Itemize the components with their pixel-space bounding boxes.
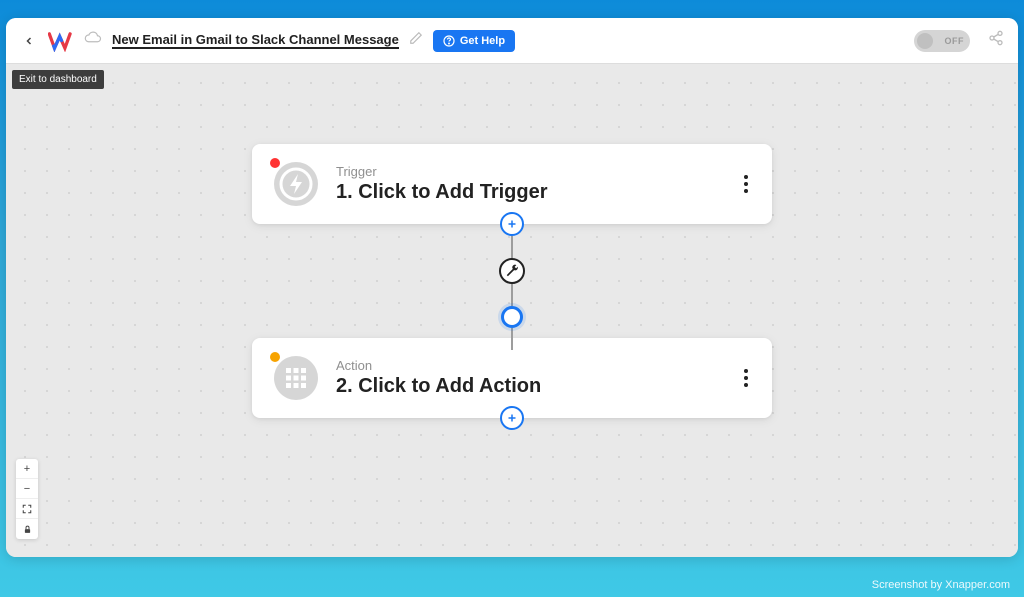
status-badge-red [270,158,280,168]
app-logo [48,30,74,52]
tools-button[interactable] [499,258,525,284]
add-step-button-top[interactable] [500,212,524,236]
action-card-icon [272,354,320,402]
zoom-controls: + − [16,459,38,539]
action-title: 2. Click to Add Action [336,375,724,398]
plus-icon [506,218,518,230]
automation-toggle[interactable]: OFF [914,30,970,52]
connector-line [511,284,513,306]
insert-point-button[interactable] [501,306,523,328]
header-bar: New Email in Gmail to Slack Channel Mess… [6,18,1018,64]
connector-line [511,328,513,350]
connector-stack-1 [499,212,525,350]
fit-icon [22,504,32,514]
get-help-label: Get Help [460,35,505,47]
back-button[interactable] [20,32,38,50]
status-badge-orange [270,352,280,362]
trigger-kebab-menu[interactable] [740,171,752,197]
chevron-left-icon [23,35,35,47]
lock-canvas-button[interactable] [16,519,38,539]
get-help-button[interactable]: Get Help [433,30,515,52]
trigger-card-text: Trigger 1. Click to Add Trigger [336,164,724,204]
action-kebab-menu[interactable] [740,365,752,391]
lock-icon [23,525,32,534]
connector-line [511,236,513,258]
exit-tooltip: Exit to dashboard [12,70,104,89]
toggle-knob [917,33,933,49]
flow-column: Trigger 1. Click to Add Trigger [252,144,772,418]
trigger-label: Trigger [336,164,724,179]
connector-stack-2 [500,406,524,430]
action-card-text: Action 2. Click to Add Action [336,358,724,398]
app-window: New Email in Gmail to Slack Channel Mess… [6,18,1018,557]
toggle-label: OFF [945,36,965,46]
wrench-icon [505,264,519,278]
trigger-card-icon [272,160,320,208]
flow-title-input[interactable]: New Email in Gmail to Slack Channel Mess… [112,32,399,49]
share-icon [988,30,1004,46]
watermark-text: Screenshot by Xnapper.com [872,579,1010,591]
add-step-button-bottom[interactable] [500,406,524,430]
grid-circle-icon [272,354,320,402]
lightning-circle-icon [272,160,320,208]
action-label: Action [336,358,724,373]
pencil-icon [409,31,423,45]
cloud-sync-icon [84,31,102,50]
help-icon [443,35,455,47]
zoom-in-button[interactable]: + [16,459,38,479]
share-button[interactable] [988,30,1004,51]
fit-view-button[interactable] [16,499,38,519]
flow-canvas[interactable]: Exit to dashboard Trigger 1. Click to Ad… [6,64,1018,557]
plus-icon [506,412,518,424]
trigger-title: 1. Click to Add Trigger [336,181,724,204]
edit-title-button[interactable] [409,31,423,50]
zoom-out-button[interactable]: − [16,479,38,499]
